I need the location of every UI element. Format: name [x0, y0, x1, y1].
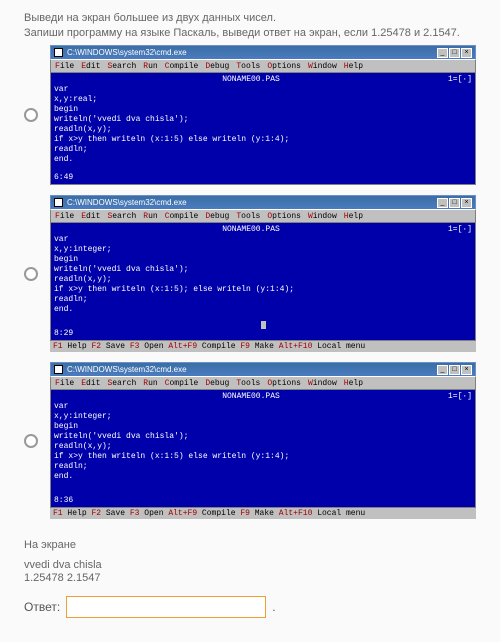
- menu-item-run[interactable]: Run: [143, 212, 157, 221]
- file-title: NONAME00.PAS: [54, 75, 448, 85]
- code-area: NONAME00.PAS1=[·]var x,y:real; begin wri…: [50, 73, 476, 185]
- ide-statusbar: F1 Help F2 Save F3 Open Alt+F9 Compile F…: [50, 341, 476, 352]
- window-close-button[interactable]: ×: [461, 48, 472, 58]
- cursor-icon: [261, 321, 266, 329]
- screen-output-1: vvedi dva chisla: [24, 559, 476, 571]
- pascal-code: var x,y:integer; begin writeln('vvedi dv…: [54, 402, 472, 482]
- menu-item-debug[interactable]: Debug: [205, 62, 229, 71]
- code-area: NONAME00.PAS1=[·]var x,y:integer; begin …: [50, 390, 476, 508]
- menu-item-edit[interactable]: Edit: [81, 62, 100, 71]
- terminal-screenshot-2: C:\WINDOWS\system32\cmd.exe_□× File Edit Se…: [50, 362, 476, 519]
- window-min-button[interactable]: _: [437, 198, 448, 208]
- window-title: C:\WINDOWS\system32\cmd.exe: [67, 198, 437, 207]
- ide-menubar: File Edit Search Run Compile Debug Tools Option…: [50, 376, 476, 390]
- file-title: NONAME00.PAS: [54, 225, 448, 235]
- menu-item-run[interactable]: Run: [143, 62, 157, 71]
- menu-item-debug[interactable]: Debug: [205, 212, 229, 221]
- menu-item-compile[interactable]: Compile: [165, 62, 199, 71]
- window-titlebar: C:\WINDOWS\system32\cmd.exe_□×: [50, 195, 476, 209]
- radio-option-0[interactable]: [24, 108, 38, 122]
- radio-option-2[interactable]: [24, 434, 38, 448]
- menu-item-search[interactable]: Search: [107, 62, 136, 71]
- question-line-1: Выведи на экран большее из двух данных ч…: [24, 12, 476, 24]
- menu-item-file[interactable]: File: [55, 379, 74, 388]
- menu-item-tools[interactable]: Tools: [236, 62, 260, 71]
- window-marker: 1=[·]: [448, 225, 472, 235]
- ide-statusbar: F1 Help F2 Save F3 Open Alt+F9 Compile F…: [50, 508, 476, 519]
- menu-item-edit[interactable]: Edit: [81, 212, 100, 221]
- answer-label: Ответ:: [24, 600, 60, 614]
- menu-item-run[interactable]: Run: [143, 379, 157, 388]
- answer-period: .: [272, 600, 275, 614]
- window-min-button[interactable]: _: [437, 48, 448, 58]
- menu-item-window[interactable]: Window: [308, 62, 337, 71]
- ide-menubar: File Edit Search Run Compile Debug Tools Option…: [50, 209, 476, 223]
- window-titlebar: C:\WINDOWS\system32\cmd.exe_□×: [50, 45, 476, 59]
- menu-item-window[interactable]: Window: [308, 212, 337, 221]
- menu-item-search[interactable]: Search: [107, 379, 136, 388]
- answer-input[interactable]: [66, 596, 266, 618]
- window-min-button[interactable]: _: [437, 365, 448, 375]
- menu-item-file[interactable]: File: [55, 62, 74, 71]
- screen-output-2: 1.25478 2.1547: [24, 572, 476, 584]
- menu-item-help[interactable]: Help: [344, 212, 363, 221]
- window-icon: [54, 365, 63, 374]
- question-line-2: Запиши программу на языке Паскаль, вывед…: [24, 27, 476, 39]
- menu-item-options[interactable]: Options: [267, 62, 301, 71]
- window-marker: 1=[·]: [448, 75, 472, 85]
- window-max-button[interactable]: □: [449, 198, 460, 208]
- menu-item-file[interactable]: File: [55, 212, 74, 221]
- window-title: C:\WINDOWS\system32\cmd.exe: [67, 48, 437, 57]
- code-area: NONAME00.PAS1=[·]var x,y:integer; begin …: [50, 223, 476, 341]
- window-close-button[interactable]: ×: [461, 198, 472, 208]
- menu-item-edit[interactable]: Edit: [81, 379, 100, 388]
- pascal-code: var x,y:integer; begin writeln('vvedi dv…: [54, 235, 472, 315]
- menu-item-debug[interactable]: Debug: [205, 379, 229, 388]
- editor-position: 8:36: [54, 496, 73, 506]
- terminal-screenshot-0: C:\WINDOWS\system32\cmd.exe_□× File Edit Se…: [50, 45, 476, 185]
- menu-item-options[interactable]: Options: [267, 212, 301, 221]
- window-max-button[interactable]: □: [449, 48, 460, 58]
- window-titlebar: C:\WINDOWS\system32\cmd.exe_□×: [50, 362, 476, 376]
- menu-item-tools[interactable]: Tools: [236, 379, 260, 388]
- menu-item-help[interactable]: Help: [344, 379, 363, 388]
- menu-item-search[interactable]: Search: [107, 212, 136, 221]
- menu-item-window[interactable]: Window: [308, 379, 337, 388]
- pascal-code: var x,y:real; begin writeln('vvedi dva c…: [54, 85, 472, 165]
- window-icon: [54, 48, 63, 57]
- menu-item-options[interactable]: Options: [267, 379, 301, 388]
- window-marker: 1=[·]: [448, 392, 472, 402]
- editor-position: 8:29: [54, 329, 73, 339]
- radio-option-1[interactable]: [24, 267, 38, 281]
- file-title: NONAME00.PAS: [54, 392, 448, 402]
- menu-item-compile[interactable]: Compile: [165, 212, 199, 221]
- terminal-screenshot-1: C:\WINDOWS\system32\cmd.exe_□× File Edit Se…: [50, 195, 476, 352]
- window-title: C:\WINDOWS\system32\cmd.exe: [67, 365, 437, 374]
- editor-position: 6:49: [54, 173, 73, 183]
- window-close-button[interactable]: ×: [461, 365, 472, 375]
- window-icon: [54, 198, 63, 207]
- window-max-button[interactable]: □: [449, 365, 460, 375]
- menu-item-help[interactable]: Help: [344, 62, 363, 71]
- menu-item-tools[interactable]: Tools: [236, 212, 260, 221]
- menu-item-compile[interactable]: Compile: [165, 379, 199, 388]
- ide-menubar: File Edit Search Run Compile Debug Tools Option…: [50, 59, 476, 73]
- screen-heading: На экране: [24, 539, 476, 551]
